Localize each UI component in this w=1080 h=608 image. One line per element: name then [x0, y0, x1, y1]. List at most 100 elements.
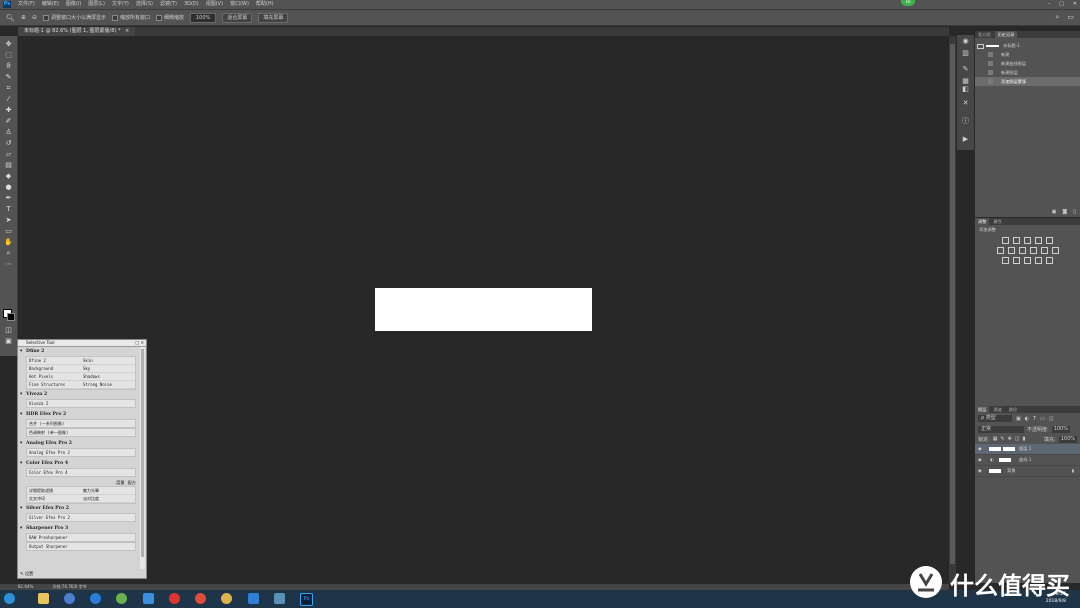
plugin-button[interactable]: Output Sharpener: [26, 542, 136, 551]
snapshot-camera-icon[interactable]: ◙: [1062, 209, 1067, 215]
app-icon[interactable]: [221, 593, 232, 604]
chrome-icon[interactable]: [195, 593, 206, 604]
quick-mask-icon[interactable]: ◫: [4, 326, 13, 334]
exposure-icon[interactable]: [1035, 237, 1042, 244]
plugin-button[interactable]: 交叉冲印: [27, 495, 81, 502]
levels-icon[interactable]: [1013, 237, 1020, 244]
background-color-swatch[interactable]: [7, 313, 15, 321]
menu-edit[interactable]: 编辑(E): [42, 0, 59, 9]
document-canvas[interactable]: [375, 288, 592, 331]
scrubby-zoom-checkbox[interactable]: 细微缩放: [155, 14, 184, 21]
section-sharpener[interactable]: Sharpener Pro 3: [20, 524, 138, 533]
zoom-value-field[interactable]: 100%: [190, 12, 217, 23]
menu-3d[interactable]: 3D(D): [184, 0, 199, 9]
invert-icon[interactable]: [1002, 257, 1009, 264]
selective-tool-scrollbar[interactable]: [140, 347, 145, 569]
libraries-icon[interactable]: ◧: [961, 85, 970, 94]
plugin-button[interactable]: 色调映射 (单一图像): [26, 428, 136, 437]
fill-field[interactable]: 100%: [1058, 435, 1077, 443]
marquee-tool-icon[interactable]: ⬚: [4, 51, 13, 59]
section-viveza[interactable]: Viveza 2: [20, 390, 138, 399]
black-white-icon[interactable]: [1018, 247, 1026, 254]
minimize-button[interactable]: –: [1048, 0, 1051, 9]
plugin-button[interactable]: Viveza 2: [26, 399, 136, 408]
eraser-tool-icon[interactable]: ▱: [4, 150, 13, 158]
brush-settings-icon[interactable]: ✎: [961, 65, 970, 74]
blend-mode-select[interactable]: 正常: [978, 425, 1024, 433]
tab-history[interactable]: 历史记录: [994, 31, 1018, 38]
zoom-in-icon[interactable]: ⊕: [21, 14, 26, 21]
close-tab-icon[interactable]: ×: [125, 28, 129, 34]
gradient-tool-icon[interactable]: ▤: [4, 161, 13, 169]
tools-settings-icon[interactable]: ✕: [961, 99, 970, 108]
histogram-icon[interactable]: ▥: [961, 49, 970, 58]
history-item[interactable]: 新建曲线图层: [975, 59, 1080, 68]
brush-tool-icon[interactable]: ✐: [4, 117, 13, 125]
maximize-button[interactable]: □: [1059, 0, 1064, 9]
pen-tool-icon[interactable]: ✒: [4, 194, 13, 202]
plugin-button[interactable]: Background: [27, 365, 81, 372]
visibility-eye-icon[interactable]: ◉: [978, 466, 982, 476]
lock-artboard-icon[interactable]: ◫: [1015, 436, 1020, 442]
move-tool-icon[interactable]: ✥: [4, 40, 13, 48]
plugin-button[interactable]: Silver Efex Pro 2: [26, 513, 136, 522]
recipe-button[interactable]: 配方: [128, 479, 136, 486]
new-document-icon[interactable]: ▣: [1052, 209, 1057, 215]
scrollbar-thumb[interactable]: [950, 44, 955, 564]
menu-type[interactable]: 文字(Y): [112, 0, 129, 9]
menu-help[interactable]: 帮助(H): [256, 0, 274, 9]
actions-play-icon[interactable]: ▶: [961, 135, 970, 144]
search-icon[interactable]: ⌕: [1055, 13, 1059, 22]
plugin-button[interactable]: 淡对比度: [81, 495, 135, 502]
tab-adjustments[interactable]: 调整: [975, 218, 990, 225]
trash-icon[interactable]: ▯: [1073, 209, 1076, 215]
tab-channels[interactable]: 通道: [990, 406, 1004, 413]
zoom-tool-icon[interactable]: 🔍︎: [6, 14, 15, 22]
plugin-button[interactable]: Dfine 2: [27, 357, 81, 364]
app-icon[interactable]: [64, 593, 75, 604]
visibility-eye-icon[interactable]: ◉: [978, 444, 982, 454]
section-color-efex[interactable]: Color Efex Pro 4: [20, 459, 138, 468]
plugin-button[interactable]: Hot Pixels: [27, 373, 81, 380]
app-icon[interactable]: [90, 593, 101, 604]
filter-pixel-icon[interactable]: ▣: [1016, 416, 1021, 422]
healing-brush-tool-icon[interactable]: ✚: [4, 106, 13, 114]
visibility-eye-icon[interactable]: ◉: [978, 455, 982, 465]
netease-music-icon[interactable]: [169, 593, 180, 604]
section-hdr-efex[interactable]: HDR Efex Pro 2: [20, 410, 138, 419]
plugin-button[interactable]: Shadows: [81, 373, 135, 380]
dodge-tool-icon[interactable]: ●: [4, 183, 13, 191]
type-tool-icon[interactable]: T: [4, 205, 13, 213]
start-button-icon[interactable]: [4, 593, 15, 604]
menu-filter[interactable]: 滤镜(T): [160, 0, 177, 9]
menu-file[interactable]: 文件(F): [18, 0, 35, 9]
filter-type-icon[interactable]: T: [1033, 416, 1036, 422]
workspace-icon[interactable]: ▭: [1067, 13, 1074, 22]
menu-view[interactable]: 视图(V): [206, 0, 223, 9]
layer-row[interactable]: ◉ 图层 1: [975, 444, 1080, 455]
plugin-button[interactable]: Fine Structures: [27, 381, 81, 388]
clone-stamp-tool-icon[interactable]: ♙: [4, 128, 13, 136]
photoshop-taskbar-icon[interactable]: Ps: [300, 593, 313, 606]
plugin-button[interactable]: Sky: [81, 365, 135, 372]
section-dfine[interactable]: Dfine 2: [20, 347, 138, 356]
shape-tool-icon[interactable]: ▭: [4, 227, 13, 235]
filter-smart-icon[interactable]: ◫: [1049, 416, 1054, 422]
hue-saturation-icon[interactable]: [996, 247, 1004, 254]
plugin-button[interactable]: Color Efex Pro 4: [26, 468, 136, 477]
app-icon[interactable]: [143, 593, 154, 604]
filter-shape-icon[interactable]: ▭: [1040, 416, 1045, 422]
channel-mixer-icon[interactable]: [1040, 247, 1048, 254]
history-item[interactable]: 新建: [975, 50, 1080, 59]
color-lookup-icon[interactable]: [1051, 247, 1059, 254]
layer-mask-thumbnail[interactable]: [1003, 447, 1015, 451]
measure-button[interactable]: 度量: [116, 479, 124, 486]
plugin-button[interactable]: 详细提取滤镜: [27, 487, 81, 494]
history-item-selected[interactable]: 添加图层蒙版: [975, 77, 1080, 86]
menu-select[interactable]: 选择(S): [136, 0, 153, 9]
navigator-icon[interactable]: ◉: [961, 37, 970, 46]
hand-tool-icon[interactable]: ✋: [4, 238, 13, 246]
app-icon[interactable]: [248, 593, 259, 604]
history-snapshot[interactable]: 未标题-1: [975, 41, 1080, 50]
tab-layers[interactable]: 图层: [975, 406, 990, 413]
